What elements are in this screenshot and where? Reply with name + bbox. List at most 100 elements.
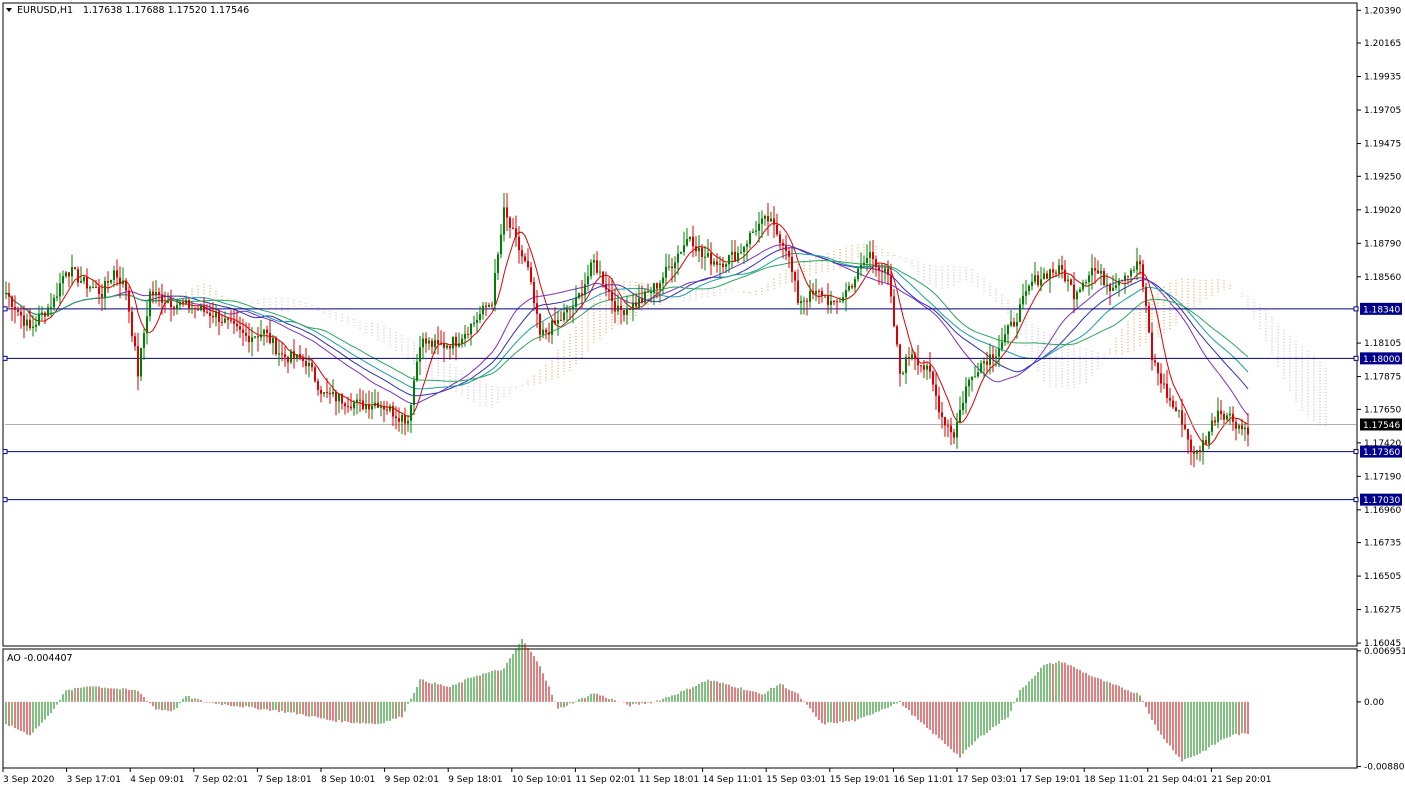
candle-body	[1097, 270, 1099, 274]
ao-title: AO -0.004407	[7, 653, 73, 664]
candle-body	[1196, 450, 1198, 454]
candle-body	[1064, 269, 1066, 282]
candle-body	[431, 340, 433, 347]
candle-body	[557, 319, 559, 324]
candle-body	[1103, 270, 1105, 286]
candle-body	[149, 291, 151, 317]
candle-body	[8, 292, 10, 297]
candle-body	[929, 365, 931, 372]
candle-body	[224, 318, 226, 323]
candle-body	[1073, 284, 1075, 300]
candle-body	[503, 207, 505, 235]
candle-body	[608, 289, 610, 292]
candle-body	[803, 300, 805, 302]
candle-body	[917, 358, 919, 366]
candle-body	[1163, 383, 1165, 385]
candle-body	[302, 358, 304, 361]
candle-body	[875, 259, 877, 268]
candle-body	[923, 365, 925, 370]
candle-body	[119, 277, 121, 285]
candle-body	[485, 305, 487, 308]
candle-body	[599, 271, 601, 273]
candle-body	[452, 336, 454, 349]
time-tick-label: 21 Sep 04:01	[1148, 775, 1208, 785]
candle-body	[788, 251, 790, 257]
candle-body	[200, 305, 202, 311]
candle-body	[725, 264, 727, 267]
candle-body	[488, 304, 490, 308]
candle-body	[845, 290, 847, 298]
level-handle-left	[2, 497, 8, 503]
price-tick-label: 1.18105	[1364, 339, 1401, 349]
candle-body	[554, 320, 556, 324]
candle-body	[1106, 284, 1108, 286]
time-tick-label: 14 Sep 11:01	[703, 775, 763, 785]
candle-body	[1028, 285, 1030, 292]
candle-body	[266, 329, 268, 333]
time-tick-label: 8 Sep 10:01	[321, 775, 375, 785]
candle-body	[1232, 413, 1234, 422]
ao-axis: 0.006951 0.00 -0.008802	[1357, 647, 1405, 773]
candle-body	[437, 340, 439, 344]
candle-body	[260, 334, 262, 338]
candle-body	[539, 313, 541, 335]
candle-body	[311, 363, 313, 368]
candle-body	[248, 335, 250, 343]
candle-body	[380, 405, 382, 408]
candle-body	[716, 261, 718, 265]
candle-body	[197, 308, 199, 311]
candle-body	[977, 372, 979, 377]
candle-body	[482, 305, 484, 315]
candle-body	[419, 347, 421, 362]
candle-body	[1241, 425, 1243, 430]
candle-body	[155, 291, 157, 296]
candle-body	[1160, 373, 1162, 384]
candle-body	[536, 303, 538, 314]
candle-body	[1145, 287, 1147, 306]
candle-body	[209, 312, 211, 316]
candle-body	[818, 290, 820, 292]
candle-body	[614, 301, 616, 312]
price-tick-label: 1.17875	[1364, 373, 1401, 383]
candle-body	[569, 308, 571, 310]
candle-body	[1004, 334, 1006, 343]
candle-body	[857, 268, 859, 280]
candle-body	[1025, 291, 1027, 296]
candle-body	[17, 309, 19, 312]
candle-body	[137, 346, 139, 377]
candle-body	[1178, 410, 1180, 412]
candle-body	[590, 262, 592, 277]
candle-body	[884, 268, 886, 272]
candle-body	[1088, 275, 1090, 283]
candle-body	[1139, 261, 1141, 265]
candle-body	[1121, 280, 1123, 282]
candle-body	[1238, 425, 1240, 429]
chart-canvas[interactable]: 1.18340 1.18000 1.17360 1.17030 1.17546 1.20…	[0, 0, 1405, 790]
candle-body	[275, 337, 277, 355]
candle-body	[635, 302, 637, 307]
candle-body	[299, 354, 301, 359]
candle-body	[47, 307, 49, 317]
candle-body	[104, 280, 106, 298]
time-tick-label: 9 Sep 18:01	[448, 775, 502, 785]
candle-body	[932, 371, 934, 385]
candle-body	[401, 414, 403, 422]
candle-body	[815, 290, 817, 294]
candle-body	[551, 320, 553, 335]
candle-body	[245, 332, 247, 336]
candle-body	[878, 267, 880, 271]
candle-body	[128, 290, 130, 312]
candle-body	[131, 311, 133, 337]
candle-body	[1184, 424, 1186, 430]
candle-body	[347, 406, 349, 408]
candle-body	[1247, 427, 1249, 435]
candle-body	[881, 270, 883, 272]
candle-body	[770, 218, 772, 222]
candle-body	[215, 311, 217, 318]
level-price-label: 1.17030	[1363, 496, 1400, 506]
time-tick-label: 16 Sep 11:01	[893, 775, 953, 785]
candle-body	[116, 270, 118, 278]
candle-body	[986, 361, 988, 365]
candle-body	[1058, 265, 1060, 274]
candle-body	[230, 319, 232, 321]
